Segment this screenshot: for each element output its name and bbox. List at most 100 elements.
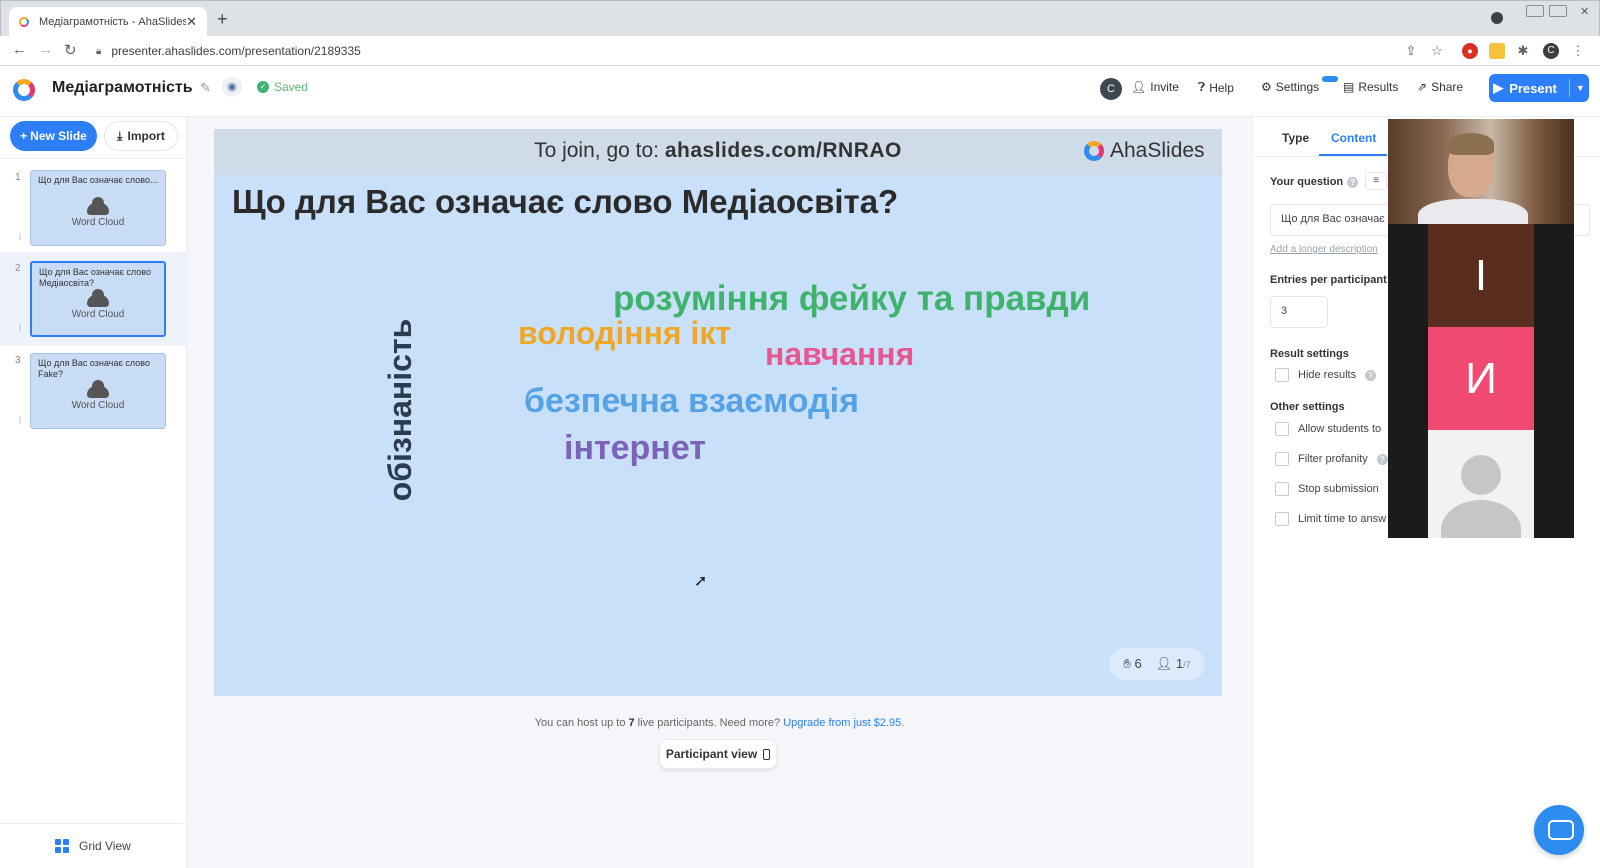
other-settings-heading: Other settings xyxy=(1270,401,1345,413)
ahaslides-favicon-icon xyxy=(19,17,29,27)
present-button[interactable]: ▶ Present ▼ xyxy=(1489,74,1589,102)
help-icon[interactable]: ? xyxy=(1376,453,1388,465)
settings-button[interactable]: ⚙ Settings xyxy=(1261,80,1319,94)
restore-icon[interactable] xyxy=(1549,5,1567,17)
bookmark-star-icon[interactable]: ☆ xyxy=(1429,43,1445,59)
tab-search-icon[interactable] xyxy=(1491,12,1503,24)
upgrade-prefix: You can host up to xyxy=(534,717,629,729)
help-button[interactable]: ❓︎ Help xyxy=(1198,80,1234,95)
join-prefix: To join, go to: xyxy=(534,139,665,162)
share-page-icon[interactable]: ⇪ xyxy=(1403,43,1419,59)
forward-icon[interactable]: → xyxy=(38,41,53,58)
extension-yellow-icon[interactable] xyxy=(1489,43,1505,59)
slide-preview-question: Що для Вас означає слово... xyxy=(38,175,158,185)
url-field[interactable]: 🔒︎ presenter.ahaslides.com/presentation/… xyxy=(96,39,1386,63)
upgrade-link[interactable]: Upgrade from just $2.95 xyxy=(783,717,901,729)
add-user-icon: 👤︎ xyxy=(1131,80,1147,94)
allow-students-label: Allow students to xyxy=(1298,423,1382,435)
back-icon[interactable]: ← xyxy=(12,41,27,58)
user-avatar[interactable]: C xyxy=(1100,78,1122,100)
play-icon: ▶ xyxy=(1493,80,1504,95)
grid-view-button[interactable]: Grid View xyxy=(0,823,186,868)
slide-thumbnail-2[interactable]: 2 | Що для Вас означає слово Медіаосвіта… xyxy=(0,252,186,346)
word-cloud-word: інтернет xyxy=(564,429,706,467)
video-call-overlay[interactable]: І И xyxy=(1388,119,1574,538)
share-button[interactable]: ⇗ Share xyxy=(1417,80,1463,94)
response-counter: ✋︎ 6 👤︎ 1/7 xyxy=(1109,648,1205,680)
help-icon[interactable]: ? xyxy=(1365,369,1377,381)
help-icon: ❓︎ xyxy=(1198,80,1206,94)
add-description-link[interactable]: Add a longer description xyxy=(1270,244,1378,255)
slide-number: 2 xyxy=(15,263,21,274)
pencil-icon[interactable]: ✎ xyxy=(200,80,211,96)
filter-profanity-checkbox[interactable] xyxy=(1275,452,1289,466)
responses: ✋︎ 6 xyxy=(1123,656,1141,672)
ahaslides-brand: AhaSlides xyxy=(1084,139,1205,163)
word-cloud-word: володіння ікт xyxy=(518,315,732,351)
upgrade-mid: live participants. Need more? xyxy=(634,717,784,729)
slide-preview-question: Що для Вас означає слово Fake? xyxy=(38,358,150,379)
slides-sidebar: + New Slide ⤓ Import 1 | Що для Вас озна… xyxy=(0,117,187,868)
import-button[interactable]: ⤓ Import xyxy=(104,121,178,151)
presenter-webcam xyxy=(1388,119,1574,224)
grid-view-label: Grid View xyxy=(79,839,131,853)
filter-profanity-option[interactable]: Filter profanity? xyxy=(1275,452,1388,466)
tab-type[interactable]: Type xyxy=(1282,131,1309,145)
participant-view-button[interactable]: Participant view xyxy=(659,739,777,769)
participant-view-label: Participant view xyxy=(665,747,758,761)
slide-preview-main[interactable]: To join, go to: ahaslides.com/RNRAO AhaS… xyxy=(214,129,1222,696)
results-button[interactable]: ▤ Results xyxy=(1343,80,1398,94)
invite-button[interactable]: 👤︎ Invite xyxy=(1131,80,1179,94)
eye-icon[interactable]: ◉ xyxy=(222,77,242,97)
presentation-title[interactable]: Медіаграмотність xyxy=(52,79,193,97)
chat-support-icon[interactable] xyxy=(1534,805,1584,855)
webcam-person-hair xyxy=(1448,133,1494,155)
allow-students-checkbox[interactable] xyxy=(1275,422,1289,436)
settings-label: Settings xyxy=(1275,80,1320,94)
browser-tab[interactable]: Медіаграмотність - AhaSlides ✕ xyxy=(9,7,207,37)
app-header: Медіаграмотність ✎ ◉ ✓ Saved C 👤︎ Invite … xyxy=(0,67,1600,117)
sidebar-divider xyxy=(0,158,187,159)
slide-thumbnail-3[interactable]: 3 | Що для Вас означає слово Fake? Word … xyxy=(0,353,186,447)
import-icon: ⤓ xyxy=(117,128,123,143)
text-align-icon[interactable]: ≡ xyxy=(1365,172,1387,190)
browser-tabstrip: Медіаграмотність - AhaSlides ✕ + ✕ xyxy=(0,0,1600,37)
stop-submission-option[interactable]: Stop submission xyxy=(1275,482,1379,496)
limit-time-checkbox[interactable] xyxy=(1275,512,1289,526)
slide-thumbnail-1[interactable]: 1 | Що для Вас означає слово... Word Clo… xyxy=(0,170,186,264)
slide-preview[interactable]: Що для Вас означає слово Fake? Word Clou… xyxy=(30,353,166,429)
slide-preview-type: Word Cloud xyxy=(71,400,125,411)
slide-preview-type: Word Cloud xyxy=(71,217,125,228)
filter-profanity-label: Filter profanity xyxy=(1298,453,1368,465)
close-window-icon[interactable]: ✕ xyxy=(1580,5,1589,18)
word-cloud-word: безпечна взаємодія xyxy=(524,382,859,420)
limit-time-option[interactable]: Limit time to answ xyxy=(1275,512,1386,526)
minimize-icon[interactable] xyxy=(1526,5,1544,17)
grid-icon xyxy=(55,839,69,853)
stop-submission-checkbox[interactable] xyxy=(1275,482,1289,496)
word-cloud-word: обізнаність xyxy=(382,318,418,502)
hide-results-checkbox[interactable] xyxy=(1275,368,1289,382)
extensions-puzzle-icon[interactable]: ✱ xyxy=(1515,43,1531,59)
allow-students-option[interactable]: Allow students to xyxy=(1275,422,1381,436)
entries-input[interactable]: 3 xyxy=(1270,296,1328,328)
profile-avatar-icon[interactable]: C xyxy=(1543,43,1559,59)
help-icon[interactable]: ? xyxy=(1347,176,1359,188)
cloud-icon xyxy=(87,197,109,215)
close-tab-icon[interactable]: ✕ xyxy=(186,14,197,30)
slide-preview[interactable]: Що для Вас означає слово Медіаосвіта? Wo… xyxy=(30,261,166,337)
import-label: Import xyxy=(127,129,165,143)
slide-preview[interactable]: Що для Вас означає слово... Word Cloud xyxy=(30,170,166,246)
responses-count: 6 xyxy=(1134,656,1142,671)
webcam-person-body xyxy=(1418,199,1528,224)
browser-menu-icon[interactable]: ⋮ xyxy=(1570,43,1586,59)
slide-question: Що для Вас означає слово Медіаосвіта? xyxy=(232,183,899,220)
ahaslides-logo-icon[interactable] xyxy=(13,79,35,101)
new-tab-icon[interactable]: + xyxy=(217,9,228,30)
chevron-down-icon[interactable]: ▼ xyxy=(1576,83,1585,93)
tab-content[interactable]: Content xyxy=(1331,131,1376,145)
new-slide-button[interactable]: + New Slide xyxy=(10,121,97,151)
reload-icon[interactable]: ↻ xyxy=(64,41,77,59)
extension-red-icon[interactable]: ● xyxy=(1462,43,1478,59)
hide-results-option[interactable]: Hide results? xyxy=(1275,368,1377,382)
